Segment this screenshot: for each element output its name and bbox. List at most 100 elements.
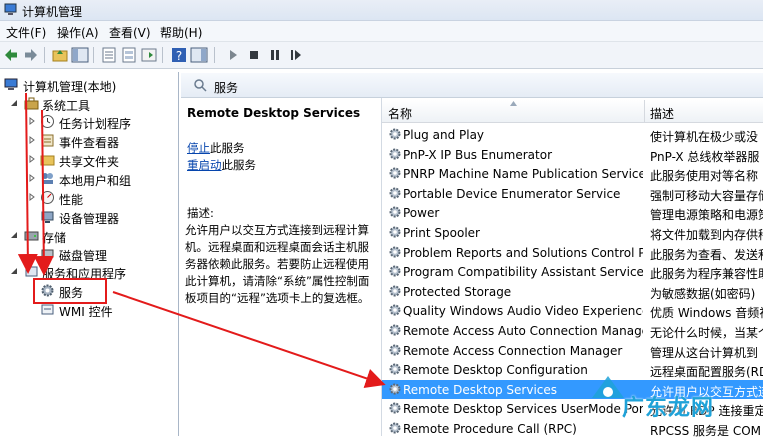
annotation-highlight-box: [33, 278, 107, 304]
service-row[interactable]: PNRP Machine Name Publication Service 此服务…: [382, 164, 763, 184]
search-icon: [194, 79, 207, 92]
refresh-icon[interactable]: [140, 46, 158, 64]
service-row[interactable]: Remote Access Auto Connection Manager 无论什…: [382, 321, 763, 341]
service-name: PNRP Machine Name Publication Service: [403, 167, 643, 182]
panel-title: 服务: [214, 81, 239, 95]
tree-item-performance[interactable]: 性能: [28, 189, 176, 207]
clock-icon: [41, 115, 54, 128]
toolbar-separator: [93, 47, 94, 63]
service-gear-icon: [389, 285, 401, 297]
service-gear-icon: [389, 206, 401, 218]
forward-icon[interactable]: [22, 46, 40, 64]
service-row[interactable]: Program Compatibility Assistant Service 此…: [382, 262, 763, 282]
restart-service-line: 重启动此服务: [187, 157, 256, 173]
service-description: 此服务为程序兼容性助: [650, 267, 763, 282]
tree-item-disk-management[interactable]: 磁盘管理: [40, 245, 176, 263]
restart-icon[interactable]: [287, 46, 305, 64]
expand-arrow-icon[interactable]: [28, 155, 36, 163]
service-row[interactable]: Quality Windows Audio Video Experience 优质…: [382, 301, 763, 321]
tree-label: 计算机管理(本地): [23, 80, 117, 94]
service-description: 管理电源策略和电源策: [650, 208, 763, 223]
sort-ascending-icon: [510, 101, 517, 106]
tree-item-storage[interactable]: 存储: [10, 227, 170, 245]
description-text: 允许用户以交互方式连接到远程计算机。远程桌面和远程桌面会话主机服务器依赖此服务。…: [185, 223, 370, 305]
service-description: PnP-X 总线枚举器服: [650, 149, 760, 164]
collapse-arrow-icon[interactable]: [10, 99, 18, 107]
service-name-heading: Remote Desktop Services: [187, 106, 361, 120]
service-gear-icon: [389, 148, 401, 160]
stop-service-link[interactable]: 停止: [187, 141, 210, 155]
toolbar: ?: [0, 42, 763, 69]
computer-management-icon: [4, 3, 17, 15]
service-gear-icon: [389, 187, 401, 199]
navigation-tree: 计算机管理(本地) 系统工具 任务计划程序 事件查看器 共享文件夹 本地用户和组…: [0, 72, 179, 436]
tree-item-event-viewer[interactable]: 事件查看器: [28, 132, 176, 150]
menu-view[interactable]: 查看(V): [109, 24, 151, 41]
tree-item-system-tools[interactable]: 系统工具: [10, 95, 170, 113]
expand-arrow-icon[interactable]: [28, 117, 36, 125]
storage-icon: [24, 231, 39, 241]
service-gear-icon: [389, 383, 401, 395]
stop-suffix: 此服务: [210, 141, 245, 155]
up-folder-icon[interactable]: [51, 46, 69, 64]
computer-management-icon: [4, 78, 18, 90]
tree-item-device-manager[interactable]: 设备管理器: [40, 208, 176, 226]
service-name: Quality Windows Audio Video Experience: [403, 304, 643, 319]
tree-label: 事件查看器: [59, 136, 120, 150]
expand-arrow-icon[interactable]: [28, 136, 36, 144]
tree-item-shared-folders[interactable]: 共享文件夹: [28, 151, 176, 169]
play-icon[interactable]: [224, 46, 242, 64]
tree-label: 系统工具: [42, 99, 91, 113]
panel-header: 服务: [181, 73, 763, 98]
restart-suffix: 此服务: [221, 158, 257, 172]
service-row[interactable]: Plug and Play 使计算机在极少或没: [382, 125, 763, 145]
tree-item-task-scheduler[interactable]: 任务计划程序: [28, 113, 176, 131]
restart-service-link[interactable]: 重启动: [187, 158, 222, 172]
column-header-name[interactable]: 名称: [388, 105, 412, 122]
help-icon[interactable]: ?: [170, 46, 188, 64]
service-row[interactable]: PnP-X IP Bus Enumerator PnP-X 总线枚举器服: [382, 145, 763, 165]
service-gear-icon: [389, 363, 401, 375]
event-viewer-icon: [41, 134, 54, 147]
disk-icon: [41, 249, 54, 258]
tree-item-local-users[interactable]: 本地用户和组: [28, 170, 176, 188]
users-icon: [42, 173, 53, 184]
column-divider[interactable]: [644, 100, 645, 122]
export-list-icon[interactable]: [100, 46, 118, 64]
menu-action[interactable]: 操作(A): [57, 24, 99, 41]
collapse-arrow-icon[interactable]: [10, 231, 18, 239]
tree-item-computer-management[interactable]: 计算机管理(本地): [4, 76, 174, 94]
menu-help[interactable]: 帮助(H): [160, 24, 202, 41]
stop-icon[interactable]: [245, 46, 263, 64]
window-title: 计算机管理: [22, 5, 83, 19]
show-hide-tree-icon[interactable]: [71, 46, 89, 64]
show-action-pane-icon[interactable]: [190, 46, 208, 64]
service-description: 无论什么时候，当某个: [650, 326, 763, 340]
expand-arrow-icon[interactable]: [28, 193, 36, 201]
expand-arrow-icon[interactable]: [28, 174, 36, 182]
service-name: Print Spooler: [403, 226, 480, 240]
toolbar-separator: [44, 47, 45, 63]
column-header-description[interactable]: 描述: [650, 105, 674, 122]
service-row[interactable]: Power 管理电源策略和电源策: [382, 203, 763, 223]
back-icon[interactable]: [2, 46, 20, 64]
service-row[interactable]: Protected Storage 为敏感数据(如密码): [382, 282, 763, 302]
service-row[interactable]: Problem Reports and Solutions Control Pa…: [382, 243, 763, 263]
service-name: PnP-X IP Bus Enumerator: [403, 147, 552, 162]
pause-icon[interactable]: [266, 46, 284, 64]
service-row[interactable]: Print Spooler 将文件加载到内存供稍: [382, 223, 763, 243]
service-gear-icon: [389, 402, 401, 414]
service-row[interactable]: Portable Device Enumerator Service 强制可移动大…: [382, 184, 763, 204]
collapse-arrow-icon[interactable]: [10, 267, 18, 275]
service-gear-icon: [389, 265, 401, 277]
menu-file[interactable]: 文件(F): [6, 24, 46, 41]
service-name: Remote Access Auto Connection Manager: [403, 324, 643, 338]
svg-text:?: ?: [176, 49, 182, 63]
properties-icon[interactable]: [120, 46, 138, 64]
wmi-icon: [41, 304, 54, 315]
service-gear-icon: [389, 128, 401, 140]
service-name: Problem Reports and Solutions Control Pa…: [403, 245, 643, 260]
watermark-text: 广东龙网: [622, 396, 715, 421]
description-label: 描述:: [187, 206, 214, 220]
service-description: 此服务为查看、发送和: [650, 247, 763, 262]
